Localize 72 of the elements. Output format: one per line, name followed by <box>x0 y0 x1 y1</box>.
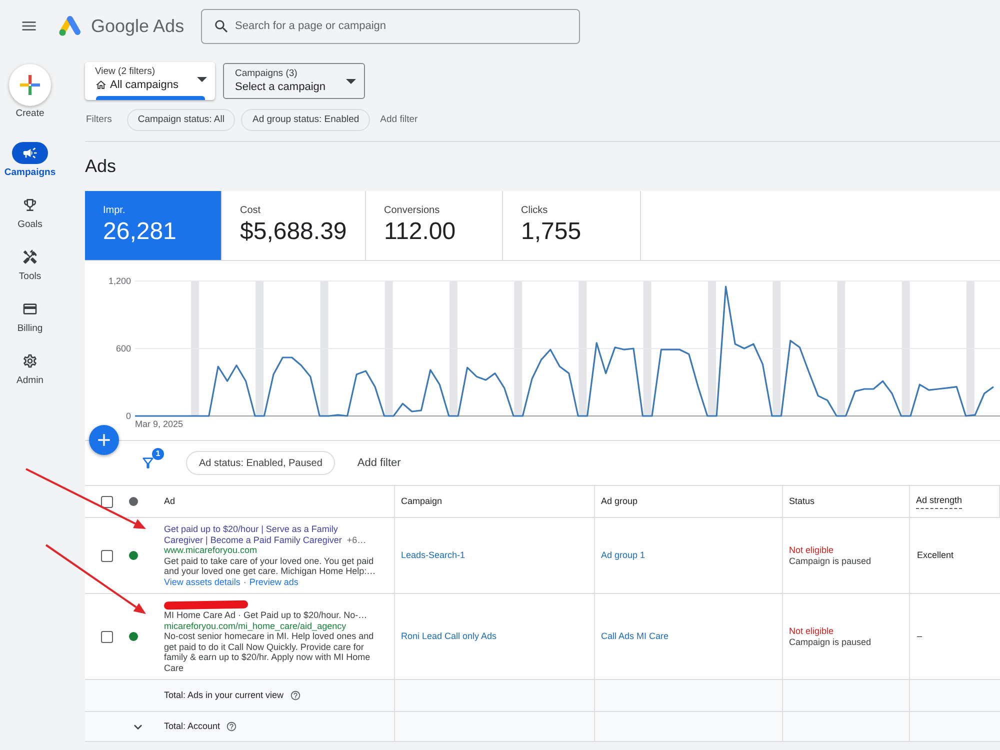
page-title: Ads <box>85 156 118 176</box>
campaign-link[interactable]: Leads-Search-1 <box>401 548 466 562</box>
column-header[interactable]: Ad <box>164 494 176 508</box>
status-label: Not eligible <box>789 626 834 636</box>
ad-link[interactable]: Preview ads <box>249 576 298 587</box>
nav-item[interactable]: Billing <box>0 298 60 334</box>
ad-strength: Excellent <box>917 548 954 562</box>
ad-strength: – <box>917 630 922 643</box>
plus-icon <box>20 75 40 95</box>
tools-icon <box>22 249 38 265</box>
filter-icon[interactable] <box>140 455 156 471</box>
checkbox[interactable] <box>101 630 113 642</box>
create-button[interactable] <box>9 64 51 106</box>
status-reason: Campaign is paused <box>789 556 872 566</box>
total-label: Total: Ads in your current view <box>164 688 284 702</box>
caret-icon <box>197 76 207 82</box>
campaign-link[interactable]: Roni Lead Call only Ads <box>401 630 497 644</box>
nav-item[interactable]: Tools <box>0 246 60 282</box>
column-header[interactable]: Ad strength <box>916 494 962 509</box>
add-button[interactable] <box>89 425 119 455</box>
metric-tile[interactable]: Impr. 26,281 <box>85 191 222 260</box>
date-label: Mar 9, 2025 <box>135 419 184 429</box>
axis-label: 1,200 <box>108 276 131 286</box>
column-header[interactable]: Ad group <box>601 494 638 508</box>
add-filter-link[interactable]: Add filter <box>380 112 418 128</box>
ad-headline: MI Home Care Ad · Get Paid up to $20/hour. No-… <box>164 610 368 620</box>
view-caption: View (2 filters) <box>95 66 156 78</box>
status-reason: Campaign is paused <box>789 636 872 648</box>
ad-url: micareforyou.com/mi_home_care/aid_agency <box>164 620 348 631</box>
app-name: Google Ads <box>91 15 184 37</box>
column-header[interactable]: Status <box>789 494 815 508</box>
filter-chip[interactable]: Ad status: Enabled, Paused <box>186 451 336 475</box>
filter-chip[interactable]: Ad group status: Enabled <box>241 109 370 131</box>
megaphone-icon <box>12 142 48 164</box>
status-label: Not eligible <box>789 544 834 556</box>
view-value: All campaigns <box>110 78 178 92</box>
home-icon <box>95 79 107 91</box>
nav-item[interactable]: Campaigns <box>0 142 60 178</box>
checkbox[interactable] <box>101 496 113 508</box>
help-icon[interactable] <box>226 721 238 732</box>
logo-icon <box>58 15 82 37</box>
trophy-icon <box>22 197 38 213</box>
axis-label: 600 <box>116 344 131 354</box>
link-separator: · <box>243 576 246 587</box>
caret-icon <box>346 78 356 84</box>
axis-label: 0 <box>126 411 131 421</box>
add-filter-link[interactable]: Add filter <box>357 454 401 472</box>
column-header[interactable]: Campaign <box>401 494 442 508</box>
campaign-value: Select a campaign <box>235 80 326 94</box>
checkbox[interactable] <box>101 550 113 562</box>
ad-link[interactable]: View assets details <box>164 576 240 587</box>
settings-icon <box>22 353 38 369</box>
credit-card-icon <box>22 301 38 317</box>
campaign-dropdown[interactable]: Campaigns (3) Select a campaign <box>223 63 365 99</box>
search-icon <box>213 18 230 34</box>
nav-item[interactable]: Goals <box>0 194 60 230</box>
filter-chip[interactable]: Campaign status: All <box>126 109 236 131</box>
help-icon[interactable] <box>290 690 301 701</box>
filter-count-badge: 1 <box>152 448 164 460</box>
total-label: Total: Account <box>164 720 220 733</box>
nav-item[interactable]: Admin <box>0 350 60 386</box>
ad-description: No-cost senior homecare in MI. Help loved ones and get paid to do it Call Now Quickly. Provide care for family & earn up to $20/hr. Apply now with MI Home Care <box>164 631 375 673</box>
filters-label: Filters <box>86 112 112 127</box>
create-label: Create <box>16 108 44 119</box>
search-field[interactable]: Search for a page or campaign <box>201 8 580 44</box>
ad-description: Get paid to take care of your loved one. You get paid and your loved one get care. Michigan Home Help:… <box>164 556 376 576</box>
ad-group-link[interactable]: Call Ads MI Care <box>601 630 669 644</box>
view-dropdown[interactable]: View (2 filters) All campaigns <box>85 62 215 100</box>
ad-url: www.micareforyou.com <box>164 545 258 556</box>
ad-group-link[interactable]: Ad group 1 <box>601 548 646 562</box>
campaign-caption: Campaigns (3) <box>235 68 298 80</box>
ad-headline[interactable]: Get paid up to $20/hour | Serve as a Family Caregiver | Become a Paid Family Caregiver +6… <box>164 524 376 545</box>
